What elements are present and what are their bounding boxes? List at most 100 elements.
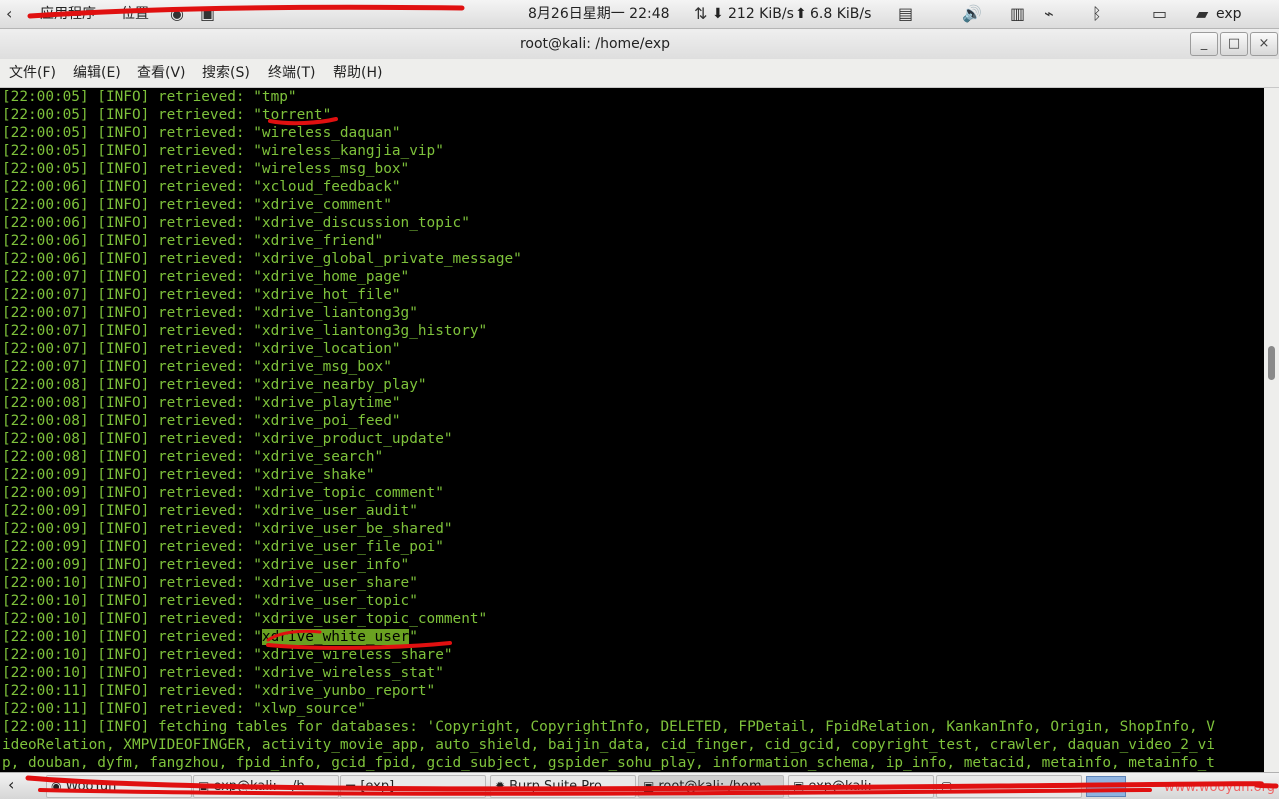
log-timestamp: [22:00:07]: [2, 287, 89, 303]
terminal-output[interactable]: [22:00:05] [INFO] retrieved: "tmp" [22:00…: [0, 88, 1264, 772]
log-timestamp: [22:00:05]: [2, 143, 89, 159]
terminal-line: [22:00:11] [INFO] fetching tables for da…: [2, 718, 1215, 736]
log-message: [INFO] fetching tables for databases: 'C…: [88, 719, 1215, 735]
task-terminal-root[interactable]: ▣ root@kali: /hom...: [638, 775, 784, 798]
terminal-line: [22:00:07] [INFO] retrieved: "xdrive_lia…: [2, 322, 487, 340]
window-titlebar[interactable]: root@kali: /home/exp _ □ ×: [0, 29, 1279, 59]
terminal-line: [22:00:05] [INFO] retrieved: "wireless_m…: [2, 160, 409, 178]
log-timestamp: [22:00:08]: [2, 413, 89, 429]
log-message: [INFO] retrieved: "xdrive_hot_file": [88, 287, 401, 303]
log-timestamp: [22:00:08]: [2, 431, 89, 447]
task-terminal-exp[interactable]: ▣ exp@kali: ~/b...: [193, 775, 339, 798]
volume-icon[interactable]: 🔊: [962, 0, 982, 28]
chevron-left-icon[interactable]: ‹: [8, 775, 14, 794]
task-wooyun[interactable]: ◉ WooYun: [46, 775, 192, 798]
menu-view[interactable]: 查看(V): [137, 59, 186, 87]
terminal-line: [22:00:09] [INFO] retrieved: "xdrive_use…: [2, 556, 409, 574]
applications-menu[interactable]: 应用程序: [40, 0, 96, 28]
log-message: [INFO] retrieved: "xdrive_poi_feed": [88, 413, 401, 429]
log-message: [INFO] retrieved: "xdrive_liantong3g": [88, 305, 418, 321]
terminal-launcher-icon[interactable]: ▣: [200, 0, 215, 28]
watermark: www.wooyun.org: [1163, 780, 1275, 795]
log-timestamp: [22:00:10]: [2, 665, 89, 681]
log-timestamp: [22:00:09]: [2, 539, 89, 555]
menu-search[interactable]: 搜索(S): [202, 59, 250, 87]
log-message: [INFO] retrieved: "wireless_kangjia_vip": [88, 143, 444, 159]
terminal-line: [22:00:05] [INFO] retrieved: "torrent": [2, 106, 331, 124]
maximize-button[interactable]: □: [1220, 32, 1248, 56]
browser-launcher-icon[interactable]: ◉: [170, 0, 184, 28]
terminal-line: [22:00:11] [INFO] retrieved: "xlwp_sourc…: [2, 700, 366, 718]
menu-file[interactable]: 文件(F): [9, 59, 56, 87]
log-timestamp: [22:00:09]: [2, 521, 89, 537]
menu-help[interactable]: 帮助(H): [333, 59, 382, 87]
terminal-line: [22:00:10] [INFO] retrieved: "xdrive_wir…: [2, 646, 453, 664]
log-message: p, douban, dyfm, fangzhou, fpid_info, gc…: [2, 755, 1215, 771]
user-menu[interactable]: exp: [1216, 0, 1242, 28]
log-timestamp: [22:00:09]: [2, 503, 89, 519]
places-menu[interactable]: 位置: [121, 0, 149, 28]
log-timestamp: [22:00:07]: [2, 323, 89, 339]
terminal-line: [22:00:10] [INFO] retrieved: "xdrive_use…: [2, 592, 418, 610]
chat-icon[interactable]: ▰: [1196, 0, 1208, 28]
chevron-left-icon[interactable]: ‹: [6, 0, 12, 28]
log-timestamp: [22:00:09]: [2, 467, 89, 483]
vertical-scrollbar[interactable]: [1264, 88, 1279, 772]
menubar: 文件(F) 编辑(E) 查看(V) 搜索(S) 终端(T) 帮助(H): [0, 59, 1279, 88]
terminal-icon: ▣: [793, 779, 805, 793]
clipboard-icon[interactable]: ▥: [1010, 0, 1025, 28]
upload-arrow-icon: ⬆: [795, 6, 807, 22]
log-message: [INFO] retrieved: "xdrive_user_info": [88, 557, 410, 573]
network-manager-icon[interactable]: ⌁: [1044, 0, 1054, 28]
log-timestamp: [22:00:05]: [2, 89, 89, 105]
log-timestamp: [22:00:11]: [2, 719, 89, 735]
menu-terminal[interactable]: 终端(T): [268, 59, 315, 87]
log-timestamp: [22:00:06]: [2, 215, 89, 231]
workspace-switcher[interactable]: [1086, 776, 1126, 797]
log-timestamp: [22:00:08]: [2, 449, 89, 465]
notification-icon[interactable]: ▤: [898, 0, 913, 28]
upload-rate: 6.8 KiB/s: [810, 6, 872, 22]
clock[interactable]: 8月26日星期一 22:48: [528, 0, 670, 28]
log-message: [INFO] retrieved: "xdrive_discussion_top…: [88, 215, 470, 231]
terminal-line: [22:00:06] [INFO] retrieved: "xdrive_com…: [2, 196, 392, 214]
terminal-line: [22:00:11] [INFO] retrieved: "xdrive_yun…: [2, 682, 435, 700]
scrollbar-thumb[interactable]: [1268, 346, 1275, 380]
folder-icon: ▬: [345, 779, 357, 793]
log-timestamp: [22:00:08]: [2, 395, 89, 411]
terminal-line: [22:00:10] [INFO] retrieved: "xdrive_wir…: [2, 664, 444, 682]
log-message: [INFO] retrieved: "xdrive_user_file_poi": [88, 539, 444, 555]
log-timestamp: [22:00:10]: [2, 611, 89, 627]
terminal-line: [22:00:06] [INFO] retrieved: "xdrive_fri…: [2, 232, 383, 250]
terminal-line: [22:00:09] [INFO] retrieved: "xdrive_use…: [2, 538, 444, 556]
display-icon[interactable]: ▭: [1152, 0, 1167, 28]
terminal-line: [22:00:08] [INFO] retrieved: "xdrive_nea…: [2, 376, 427, 394]
terminal-line: [22:00:07] [INFO] retrieved: "xdrive_msg…: [2, 358, 392, 376]
task-window[interactable]: ▢: [936, 775, 1082, 798]
log-message: [INFO] retrieved: "xdrive_location": [88, 341, 401, 357]
bluetooth-icon[interactable]: ᛒ: [1092, 0, 1102, 28]
log-timestamp: [22:00:10]: [2, 593, 89, 609]
log-message: [INFO] retrieved: "xdrive_playtime": [88, 395, 401, 411]
log-message: [INFO] retrieved: "tmp": [88, 89, 297, 105]
log-message: [INFO] retrieved: "wireless_daquan": [88, 125, 401, 141]
log-message: [INFO] retrieved: "xdrive_product_update…: [88, 431, 453, 447]
terminal-line: [22:00:05] [INFO] retrieved: "wireless_k…: [2, 142, 444, 160]
terminal-line: [22:00:08] [INFO] retrieved: "xdrive_sea…: [2, 448, 383, 466]
log-timestamp: [22:00:05]: [2, 161, 89, 177]
task-burp-suite[interactable]: ✹ Burp Suite Pro...: [490, 775, 636, 798]
download-arrow-icon: ⬇: [712, 6, 724, 22]
minimize-button[interactable]: _: [1190, 32, 1218, 56]
task-terminal-exp-home[interactable]: ▣ exp@kali: ~: [788, 775, 934, 798]
browser-icon: ◉: [51, 779, 62, 793]
terminal-line: [22:00:06] [INFO] retrieved: "xdrive_glo…: [2, 250, 522, 268]
task-folder-exp[interactable]: ▬ [exp]: [340, 775, 486, 798]
log-message: [INFO] retrieved: ": [88, 629, 262, 645]
terminal-line: [22:00:07] [INFO] retrieved: "xdrive_hom…: [2, 268, 409, 286]
menu-edit[interactable]: 编辑(E): [73, 59, 121, 87]
log-message: [INFO] retrieved: "xdrive_wireless_stat": [88, 665, 444, 681]
close-button[interactable]: ×: [1250, 32, 1278, 56]
window-icon: ▢: [941, 779, 953, 793]
log-message: [INFO] retrieved: "xdrive_topic_comment": [88, 485, 444, 501]
window-title: root@kali: /home/exp: [519, 36, 671, 52]
